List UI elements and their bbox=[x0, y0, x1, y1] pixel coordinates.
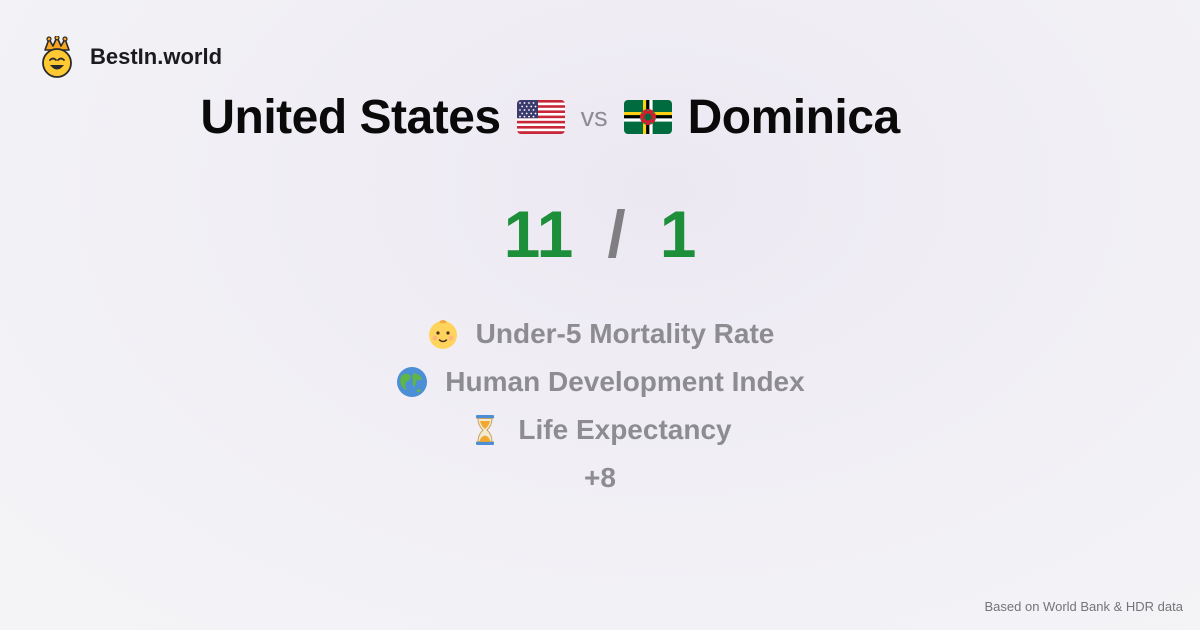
country-a-name: United States bbox=[200, 90, 501, 144]
dominica-flag-icon bbox=[623, 100, 672, 134]
baby-icon bbox=[428, 320, 457, 349]
metric-item: Human Development Index bbox=[0, 358, 1200, 406]
us-flag-icon bbox=[516, 100, 565, 134]
metric-label: Under-5 Mortality Rate bbox=[475, 318, 775, 349]
score: 11 / 1 bbox=[0, 196, 1200, 272]
globe-icon bbox=[397, 367, 428, 397]
metric-item: Life Expectancy bbox=[0, 406, 1200, 454]
brand-name: BestIn.world bbox=[90, 44, 223, 69]
score-a: 11 bbox=[503, 197, 574, 271]
crown-smiley-icon bbox=[42, 36, 72, 78]
comparison-title: United States vs Dominica bbox=[0, 88, 1100, 146]
hourglass-icon bbox=[476, 415, 495, 445]
data-source-note: Based on World Bank & HDR data bbox=[984, 599, 1183, 614]
metric-label: Life Expectancy bbox=[518, 414, 732, 445]
metric-label: Human Development Index bbox=[445, 366, 805, 397]
metric-item: Under-5 Mortality Rate bbox=[0, 310, 1200, 358]
score-b: 1 bbox=[659, 197, 697, 271]
country-b-name: Dominica bbox=[687, 90, 901, 144]
more-metrics-count: +8 bbox=[584, 462, 616, 493]
metrics-list: Under-5 Mortality Rate Human Development… bbox=[0, 310, 1200, 502]
score-separator: / bbox=[607, 197, 626, 271]
vs-label: vs bbox=[580, 101, 608, 132]
brand[interactable]: BestIn.world bbox=[38, 36, 222, 78]
